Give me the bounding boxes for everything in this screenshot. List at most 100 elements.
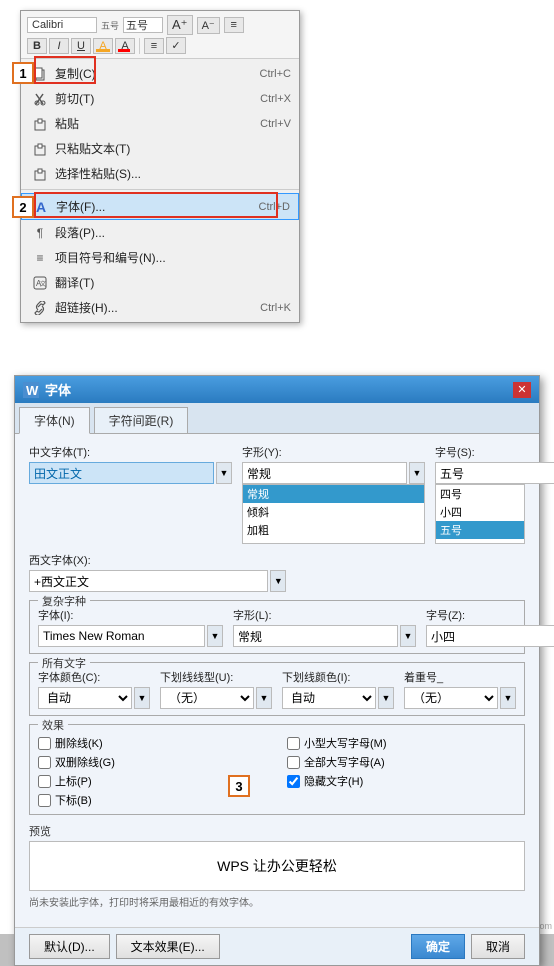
double-strike-checkbox[interactable] (38, 756, 51, 769)
font-style-dropdown[interactable]: ▼ (409, 462, 425, 484)
underline-type-input-row: （无） ▼ (160, 687, 272, 709)
western-font-input[interactable] (29, 570, 268, 592)
format-btn[interactable]: ≡ (224, 17, 244, 33)
font-style-input[interactable] (242, 462, 407, 484)
font-shrink-btn[interactable]: A⁻ (197, 17, 220, 34)
menu-item-copy[interactable]: 复制(C) Ctrl+C (21, 61, 299, 86)
highlight-btn[interactable]: A (93, 38, 113, 54)
superscript-checkbox[interactable] (38, 775, 51, 788)
menu-item-font[interactable]: A 字体(F)... Ctrl+D (21, 193, 299, 220)
text-effects-button[interactable]: 文本效果(E)... (116, 934, 220, 959)
complex-style-label: 字形(L): (233, 607, 416, 623)
preview-text: WPS 让办公更轻松 (217, 856, 337, 876)
chinese-font-dropdown[interactable]: ▼ (216, 462, 232, 484)
underline-type-dropdown[interactable]: ▼ (256, 687, 272, 709)
font-color-select[interactable]: 自动 (38, 687, 132, 709)
complex-style-dropdown[interactable]: ▼ (400, 625, 416, 647)
size-option-4[interactable]: 四号 (436, 485, 524, 503)
menu-item-paste-special[interactable]: 选择性粘贴(S)... (21, 161, 299, 186)
bold-btn[interactable]: B (27, 38, 47, 54)
complex-font-group: 字体(I): ▼ (38, 607, 223, 647)
western-font-group: 西文字体(X): ▼ (29, 552, 286, 592)
cancel-button[interactable]: 取消 (471, 934, 525, 959)
hyperlink-label: 超链接(H)... (55, 299, 240, 316)
paste-special-label: 选择性粘贴(S)... (55, 165, 291, 182)
western-font-dropdown[interactable]: ▼ (270, 570, 286, 592)
complex-font-input[interactable] (38, 625, 205, 647)
menu-item-bullets[interactable]: ≡ 项目符号和编号(N)... (21, 245, 299, 270)
menu-item-translate[interactable]: A文 翻译(T) (21, 270, 299, 295)
font-color-input-row: 自动 ▼ (38, 687, 150, 709)
align-btn[interactable]: ≡ (144, 38, 164, 54)
tab-spacing[interactable]: 字符间距(R) (94, 407, 189, 433)
all-chars-row: 字体颜色(C): 自动 ▼ 下划线线型(U): （无） (38, 669, 516, 709)
separator1 (21, 189, 299, 190)
hidden-checkbox[interactable] (287, 775, 300, 788)
step2-label: 2 (12, 196, 34, 218)
copy-label: 复制(C) (55, 65, 240, 82)
font-style-label: 字形(Y): (242, 444, 425, 460)
underline-type-select[interactable]: （无） (160, 687, 254, 709)
font-shortcut: Ctrl+D (259, 201, 290, 213)
underline-color-select[interactable]: 自动 (282, 687, 376, 709)
complex-style-input[interactable] (233, 625, 398, 647)
strikethrough-checkbox[interactable] (38, 737, 51, 750)
font-style-listbox[interactable]: 常规 倾斜 加粗 (242, 484, 425, 544)
paste-icon (29, 116, 51, 132)
font-color-group: 字体颜色(C): 自动 ▼ (38, 669, 150, 709)
default-button[interactable]: 默认(D)... (29, 934, 110, 959)
complex-size-input[interactable] (426, 625, 554, 647)
ok-button[interactable]: 确定 (411, 934, 465, 959)
effects-grid: 删除线(K) 小型大写字母(M) 双删除线(G) 全部大写字母(A) 上标(P) (38, 735, 516, 808)
cut-icon (29, 91, 51, 107)
font-style-group: 字形(Y): ▼ 常规 倾斜 加粗 (242, 444, 425, 544)
mini-toolbar-font-size[interactable] (123, 17, 163, 33)
size-option-xs4[interactable]: 小四 (436, 503, 524, 521)
effect-all-caps: 全部大写字母(A) (287, 754, 516, 770)
font-size-input[interactable] (435, 462, 554, 484)
font-grow-btn[interactable]: A⁺ (167, 15, 193, 35)
emphasis-select[interactable]: （无） (404, 687, 498, 709)
style-option-regular[interactable]: 常规 (243, 485, 424, 503)
effects-section: 效果 删除线(K) 小型大写字母(M) 双删除线(G) 全部大写字母(A) (29, 724, 525, 815)
size-option-5[interactable]: 五号 (436, 521, 524, 539)
subscript-label: 下标(B) (55, 792, 92, 808)
mini-toolbar-font-name[interactable] (27, 17, 97, 33)
font-color-dropdown[interactable]: ▼ (134, 687, 150, 709)
underline-btn[interactable]: U (71, 38, 91, 54)
menu-items: 复制(C) Ctrl+C 剪切(T) Ctrl+X 粘贴 Ctrl+V 只粘贴文… (21, 59, 299, 322)
double-strike-label: 双删除线(G) (55, 754, 115, 770)
dialog-titlebar: W 字体 ✕ (15, 376, 539, 403)
emphasis-dropdown[interactable]: ▼ (500, 687, 516, 709)
chinese-font-input[interactable] (29, 462, 214, 484)
style-option-italic[interactable]: 倾斜 (243, 503, 424, 521)
font-main-row: 中文字体(T): ▼ 字形(Y): ▼ 常规 倾斜 加粗 (29, 444, 525, 544)
underline-color-dropdown[interactable]: ▼ (378, 687, 394, 709)
font-size-listbox[interactable]: 四号 小四 五号 (435, 484, 525, 544)
cut-label: 剪切(T) (55, 90, 240, 107)
all-caps-checkbox[interactable] (287, 756, 300, 769)
italic-btn[interactable]: I (49, 38, 69, 54)
small-caps-checkbox[interactable] (287, 737, 300, 750)
paragraph-icon: ¶ (29, 225, 51, 241)
underline-color-label: 下划线颜色(I): (282, 669, 394, 685)
check-btn[interactable]: ✓ (166, 37, 186, 54)
chinese-font-input-row: ▼ (29, 462, 232, 484)
complex-font-input-row: ▼ (38, 625, 223, 647)
all-chars-section-title: 所有文字 (38, 655, 90, 671)
menu-item-hyperlink[interactable]: 超链接(H)... Ctrl+K (21, 295, 299, 320)
complex-font-dropdown[interactable]: ▼ (207, 625, 223, 647)
menu-item-paste-text[interactable]: 只粘贴文本(T) (21, 136, 299, 161)
menu-item-paste[interactable]: 粘贴 Ctrl+V (21, 111, 299, 136)
menu-item-paragraph[interactable]: ¶ 段落(P)... (21, 220, 299, 245)
subscript-checkbox[interactable] (38, 794, 51, 807)
font-color-btn[interactable]: A (115, 38, 135, 54)
hidden-label: 隐藏文字(H) (304, 773, 363, 789)
dialog-footer: 默认(D)... 文本效果(E)... 确定 取消 (15, 927, 539, 965)
tab-font[interactable]: 字体(N) (19, 407, 90, 434)
underline-color-group: 下划线颜色(I): 自动 ▼ (282, 669, 394, 709)
dialog-icon: W (23, 382, 39, 398)
menu-item-cut[interactable]: 剪切(T) Ctrl+X (21, 86, 299, 111)
dialog-close-button[interactable]: ✕ (513, 382, 531, 398)
style-option-bold[interactable]: 加粗 (243, 521, 424, 539)
